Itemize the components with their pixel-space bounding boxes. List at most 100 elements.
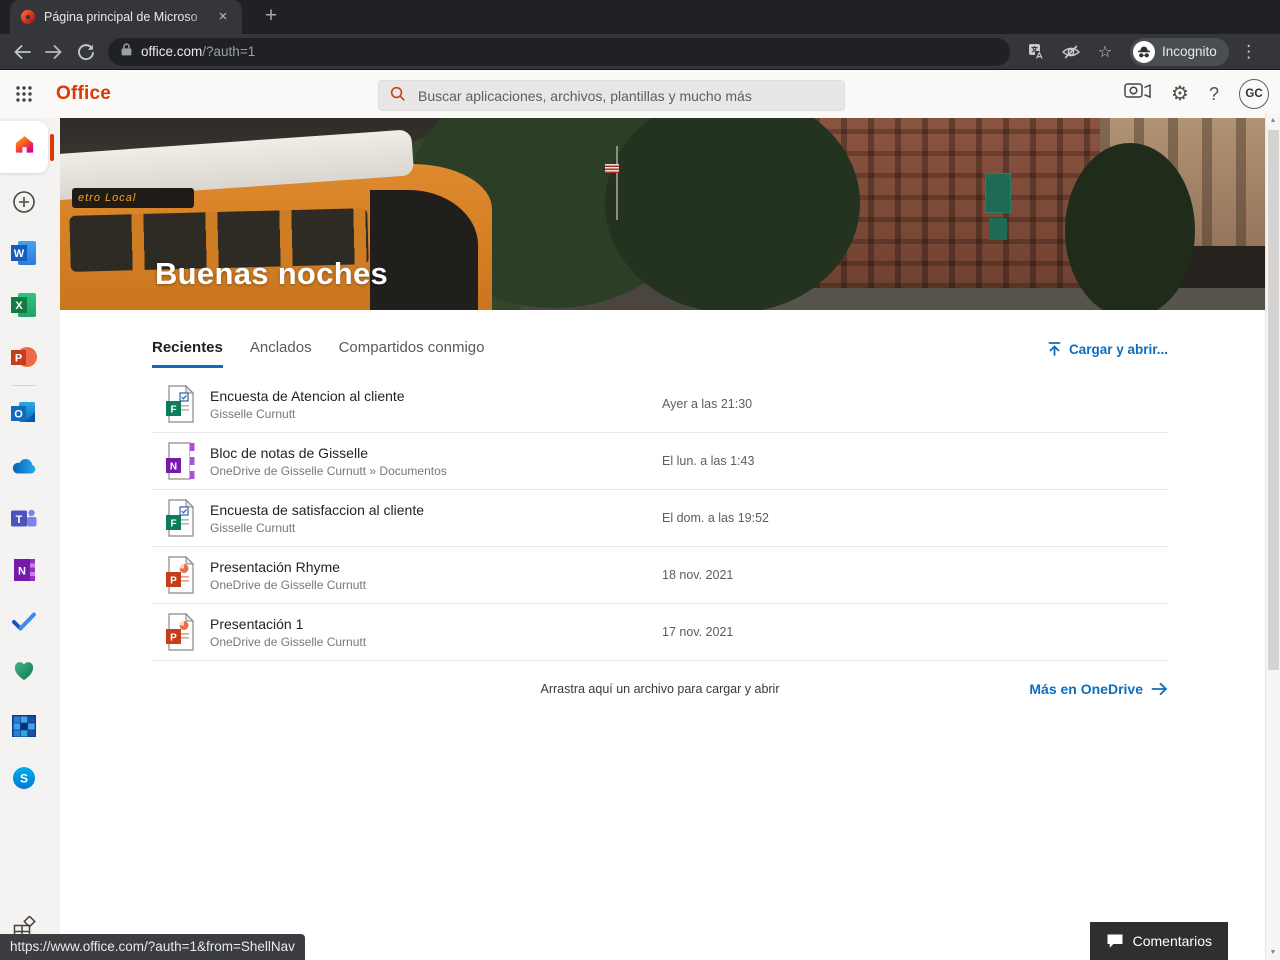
file-title: Encuesta de satisfaccion al cliente [210, 501, 425, 518]
hero-sidewalk [760, 288, 1265, 310]
arrow-right-icon [1151, 682, 1168, 696]
incognito-badge[interactable]: Incognito [1130, 37, 1229, 66]
file-subtitle: OneDrive de Gisselle Curnutt [210, 634, 367, 649]
file-row[interactable]: F Encuesta de Atencion al cliente Gissel… [152, 376, 1168, 433]
hero-flagpole [616, 146, 618, 220]
file-date: Ayer a las 21:30 [662, 397, 753, 411]
file-row[interactable]: P Presentación Rhyme OneDrive de Gissell… [152, 547, 1168, 604]
speech-bubble-icon [1107, 934, 1123, 948]
meet-camera-icon[interactable] [1124, 80, 1151, 108]
back-icon[interactable] [8, 38, 36, 66]
hero-street-sign [989, 218, 1007, 240]
office-header: Office ⚙ ? GC [0, 70, 1280, 118]
forward-icon[interactable] [40, 38, 68, 66]
tab-compartidos[interactable]: Compartidos conmigo [339, 339, 485, 368]
svg-text:P: P [170, 576, 177, 587]
svg-text:O: O [14, 409, 23, 421]
file-date: 18 nov. 2021 [662, 568, 734, 582]
tab-recientes[interactable]: Recientes [152, 339, 223, 368]
file-title: Bloc de notas de Gisselle [210, 444, 368, 461]
help-icon[interactable]: ? [1209, 84, 1219, 105]
scroll-down-arrow-icon[interactable]: ▼ [1266, 949, 1280, 956]
browser-menu-icon[interactable]: ⋮ [1239, 42, 1259, 62]
link-status-bar: https://www.office.com/?auth=1&from=Shel… [0, 934, 305, 960]
upload-open-link[interactable]: Cargar y abrir... [1047, 341, 1168, 357]
office-brand-logo[interactable]: Office [56, 83, 111, 105]
lock-icon [120, 42, 133, 62]
scrollbar-thumb[interactable] [1268, 130, 1279, 670]
tab-title-fade [186, 0, 214, 34]
sidebar-item-home[interactable] [0, 121, 48, 173]
sidebar-item-outlook[interactable]: O [0, 393, 48, 433]
url-text: office.com/?auth=1 [141, 44, 256, 59]
svg-text:N: N [170, 462, 177, 473]
bookmark-star-icon[interactable]: ☆ [1092, 39, 1118, 65]
browser-tab[interactable]: Página principal de Microso × [10, 0, 242, 34]
app-launcher-waffle-icon[interactable] [0, 70, 48, 118]
sidebar-item-apps-mosaic[interactable] [0, 706, 48, 746]
account-avatar[interactable]: GC [1239, 79, 1269, 109]
forms-file-icon: F [166, 384, 196, 423]
svg-text:F: F [170, 519, 176, 530]
main-content: Recientes Anclados Compartidos conmigo C… [60, 310, 1265, 912]
svg-text:F: F [170, 405, 176, 416]
search-bar[interactable] [378, 80, 845, 111]
settings-gear-icon[interactable]: ⚙ [1171, 84, 1189, 104]
svg-text:S: S [20, 772, 28, 786]
office-page: Office ⚙ ? GC [0, 70, 1280, 960]
sidebar-item-onedrive[interactable] [0, 446, 48, 486]
file-meta: Presentación Rhyme OneDrive de Gisselle … [210, 559, 366, 592]
browser-window: Página principal de Microso × + office.c… [0, 0, 1280, 960]
file-subtitle: Gisselle Curnutt [210, 520, 296, 535]
page-scrollbar[interactable]: ▲ ▼ [1265, 113, 1280, 960]
sidebar-item-skype[interactable]: S [0, 758, 48, 798]
hero-banner: etro Local Buenas noches [60, 118, 1265, 310]
reload-icon[interactable] [72, 38, 100, 66]
hero-tree [605, 118, 860, 310]
scroll-up-arrow-icon[interactable]: ▲ [1266, 117, 1280, 124]
tab-close-icon[interactable]: × [214, 8, 232, 26]
word-icon: W [11, 241, 36, 265]
svg-text:P: P [15, 353, 22, 365]
address-bar[interactable]: office.com/?auth=1 [108, 37, 1010, 66]
search-input[interactable] [416, 86, 834, 105]
file-title: Encuesta de Atencion al cliente [210, 387, 405, 404]
tab-anclados[interactable]: Anclados [250, 339, 312, 368]
todo-check-icon [12, 612, 36, 631]
more-onedrive-link[interactable]: Más en OneDrive [1029, 677, 1168, 701]
svg-text:X: X [15, 300, 23, 312]
incognito-icon [1133, 40, 1155, 63]
sidebar-item-onenote[interactable]: N [0, 550, 48, 590]
file-meta: Encuesta de Atencion al cliente Gisselle… [210, 388, 405, 421]
file-date: El dom. a las 19:52 [662, 511, 770, 525]
browser-tabstrip: Página principal de Microso × + [0, 0, 1280, 34]
office-favicon-icon [20, 9, 36, 25]
hero-tree [1065, 143, 1195, 310]
teams-icon: T [11, 509, 37, 527]
greeting-text: Buenas noches [155, 256, 389, 291]
sidebar-item-word[interactable]: W [0, 233, 48, 273]
sidebar-item-excel[interactable]: X [0, 285, 48, 325]
file-date: 17 nov. 2021 [662, 625, 734, 639]
sidebar-item-create[interactable] [0, 182, 48, 222]
sidebar-item-todo[interactable] [0, 602, 48, 642]
feedback-button[interactable]: Comentarios [1089, 922, 1228, 960]
powerpoint-file-icon: P [166, 612, 196, 651]
home-icon [13, 133, 36, 161]
outlook-icon: O [11, 402, 35, 422]
sidebar-item-powerpoint[interactable]: P [0, 337, 48, 377]
file-row[interactable]: P Presentación 1 OneDrive de Gisselle Cu… [152, 604, 1168, 661]
file-row[interactable]: N Bloc de notas de Gisselle OneDrive de … [152, 433, 1168, 490]
translate-icon[interactable] [1024, 39, 1050, 65]
eye-off-icon[interactable] [1058, 39, 1084, 65]
upload-icon [1048, 342, 1061, 356]
new-tab-button[interactable]: + [256, 2, 286, 32]
file-row[interactable]: F Encuesta de satisfaccion al cliente Gi… [152, 490, 1168, 547]
app-sidebar: W X P O T N S [0, 118, 60, 960]
create-plus-icon [13, 191, 35, 213]
incognito-label: Incognito [1162, 44, 1217, 59]
sidebar-item-family-safety[interactable] [0, 651, 48, 691]
file-subtitle: Gisselle Curnutt [210, 406, 296, 421]
sidebar-item-teams[interactable]: T [0, 499, 48, 539]
recent-files-list: F Encuesta de Atencion al cliente Gissel… [152, 376, 1168, 661]
